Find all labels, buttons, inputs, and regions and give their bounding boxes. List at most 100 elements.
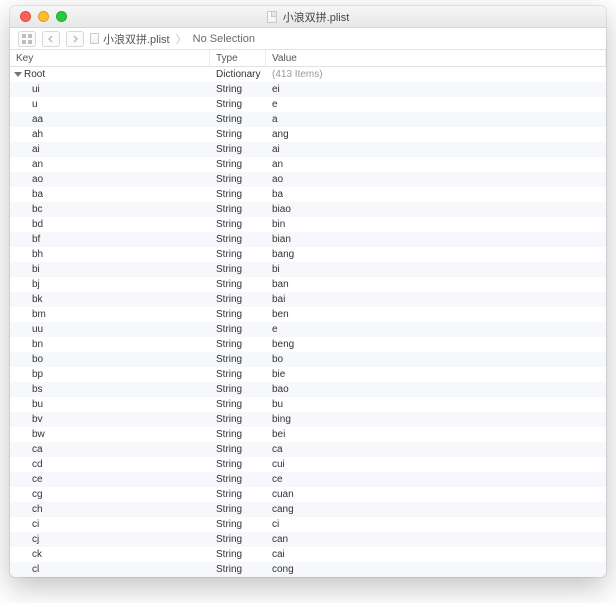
type-cell: String [210,532,266,547]
value-cell: cong [266,562,606,577]
table-row[interactable]: boStringbo [10,352,606,367]
table-row[interactable]: aaStringa [10,112,606,127]
value-cell: bai [266,292,606,307]
table-row[interactable]: chStringcang [10,502,606,517]
minimize-icon[interactable] [38,11,49,22]
table-row[interactable]: bpStringbie [10,367,606,382]
value-cell: bi [266,262,606,277]
column-header-key[interactable]: Key [10,50,210,66]
table-row[interactable]: aoStringao [10,172,606,187]
table-row[interactable]: aiStringai [10,142,606,157]
table-row[interactable]: clStringcong [10,562,606,577]
plist-file-icon [90,33,99,44]
table-row[interactable]: buStringbu [10,397,606,412]
value-cell: ai [266,142,606,157]
type-cell: String [210,337,266,352]
type-cell: String [210,367,266,382]
type-cell: String [210,112,266,127]
value-cell: ba [266,187,606,202]
table-row[interactable]: uiStringei [10,82,606,97]
key-cell: bs [32,384,43,395]
table-row[interactable]: cj Stringcan [10,532,606,547]
table-row[interactable]: uStringe [10,97,606,112]
column-header-value[interactable]: Value [266,50,606,66]
forward-button[interactable] [66,31,84,47]
type-cell: String [210,187,266,202]
key-cell: ca [32,444,43,455]
type-cell: String [210,217,266,232]
value-cell: can [266,532,606,547]
table-row[interactable]: bvStringbing [10,412,606,427]
value-cell: ca [266,442,606,457]
breadcrumb-filename: 小浪双拼.plist [103,31,170,47]
table-row[interactable]: bkStringbai [10,292,606,307]
view-mode-button[interactable] [18,31,36,47]
zoom-icon[interactable] [56,11,67,22]
value-cell: e [266,97,606,112]
key-cell: bw [32,429,45,440]
type-cell: String [210,172,266,187]
table-row[interactable]: bcStringbiao [10,202,606,217]
key-cell: bj [32,279,40,290]
value-cell: bo [266,352,606,367]
type-cell: String [210,277,266,292]
key-cell: ce [32,474,43,485]
type-cell: String [210,517,266,532]
disclosure-triangle-icon[interactable] [14,72,22,77]
value-cell: e [266,322,606,337]
table-row[interactable]: uuStringe [10,322,606,337]
table-row[interactable]: cd Stringcui [10,457,606,472]
value-cell: bing [266,412,606,427]
value-cell: beng [266,337,606,352]
key-cell: bu [32,399,43,410]
value-cell: cui [266,457,606,472]
table-row[interactable]: bfStringbian [10,232,606,247]
column-header-type[interactable]: Type [210,50,266,66]
type-cell: String [210,232,266,247]
table-row[interactable]: bhStringbang [10,247,606,262]
root-row[interactable]: RootDictionary(413 Items) [10,67,606,82]
key-cell: ui [32,84,40,95]
type-cell: String [210,457,266,472]
table-row[interactable]: ciStringci [10,517,606,532]
table-row[interactable]: ahStringang [10,127,606,142]
outline-rows[interactable]: RootDictionary(413 Items)uiStringeiuStri… [10,67,606,577]
table-row[interactable]: baStringba [10,187,606,202]
table-row[interactable]: ckStringcai [10,547,606,562]
table-row[interactable]: cgStringcuan [10,487,606,502]
value-cell: bie [266,367,606,382]
chevron-left-icon [47,35,55,43]
key-cell: cj [32,534,39,545]
key-cell: ck [32,549,42,560]
value-cell: a [266,112,606,127]
breadcrumb[interactable]: 小浪双拼.plist [90,31,170,47]
window: 小浪双拼.plist 小浪双拼.plist 〉 No Selection Key… [10,6,606,577]
key-cell: bo [32,354,43,365]
type-cell: String [210,472,266,487]
value-cell: cai [266,547,606,562]
table-row[interactable]: bjStringban [10,277,606,292]
type-cell: String [210,247,266,262]
type-cell: String [210,292,266,307]
key-cell: uu [32,324,43,335]
key-cell: cd [32,459,43,470]
back-button[interactable] [42,31,60,47]
table-row[interactable]: bmStringben [10,307,606,322]
value-cell: bian [266,232,606,247]
type-cell: String [210,142,266,157]
table-row[interactable]: biStringbi [10,262,606,277]
table-row[interactable]: bdStringbin [10,217,606,232]
table-row[interactable]: ceStringce [10,472,606,487]
value-cell: bao [266,382,606,397]
key-cell: ah [32,129,43,140]
key-cell: bn [32,339,43,350]
value-cell: biao [266,202,606,217]
table-row[interactable]: bn Stringbeng [10,337,606,352]
table-row[interactable]: bsStringbao [10,382,606,397]
table-row[interactable]: caStringca [10,442,606,457]
close-icon[interactable] [20,11,31,22]
table-row[interactable]: bwStringbei [10,427,606,442]
table-row[interactable]: anStringan [10,157,606,172]
value-cell: ao [266,172,606,187]
value-cell: bang [266,247,606,262]
